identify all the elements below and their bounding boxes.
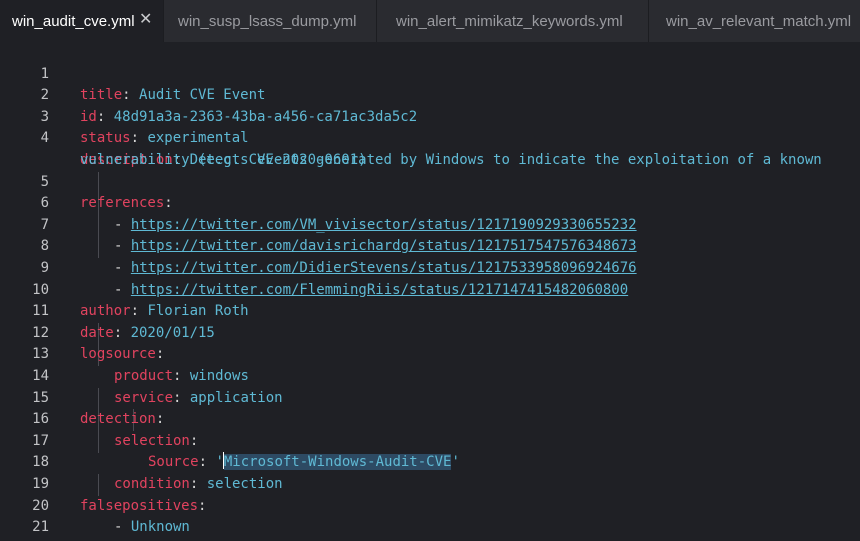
- code-line: 21 level: critical: [0, 496, 860, 541]
- code-line: 3 status: experimental: [0, 85, 860, 147]
- code-editor[interactable]: win_audit_cve.yml ✕ win_susp_lsass_dump.…: [0, 0, 860, 541]
- code-line: 20 - Unknown: [0, 474, 860, 536]
- tab-bar: win_audit_cve.yml ✕ win_susp_lsass_dump.…: [0, 0, 860, 42]
- tab-win-audit-cve[interactable]: win_audit_cve.yml ✕: [0, 0, 164, 42]
- code-line: 6 - https://twitter.com/VM_vivisector/st…: [0, 172, 860, 233]
- code-line: 19 falsepositives:: [0, 452, 860, 514]
- tab-label: win_av_relevant_match.yml: [666, 12, 852, 30]
- code-line: 10 author: Florian Roth: [0, 258, 860, 320]
- code-line: 15 detection:: [0, 366, 860, 428]
- code-line: 17 Source: 'Microsoft-Windows-Audit-CVE': [0, 409, 860, 471]
- code-line: 7 - https://twitter.com/davisrichardg/st…: [0, 193, 860, 255]
- code-line: 4 description: Detects events generated …: [0, 107, 860, 168]
- tab-win-susp-lsass-dump[interactable]: win_susp_lsass_dump.yml: [164, 0, 377, 42]
- code-line: 22: [0, 517, 860, 541]
- code-line: 2 id: 48d91a3a-2363-43ba-a456-ca71ac3da5…: [0, 64, 860, 125]
- code-line: 1 title: Audit CVE Event: [0, 42, 860, 104]
- code-line: 14 service: application: [0, 344, 860, 406]
- code-line: 16 selection:: [0, 388, 860, 449]
- code-line: 18 condition: selection: [0, 431, 860, 492]
- code-line: 13 product: windows: [0, 323, 860, 384]
- code-line: 11 date: 2020/01/15: [0, 280, 860, 341]
- tab-win-alert-mimikatz-keywords[interactable]: win_alert_mimikatz_keywords.yml: [377, 0, 649, 42]
- tab-label: win_alert_mimikatz_keywords.yml: [396, 12, 623, 30]
- code-line: 5 references:: [0, 150, 860, 212]
- code-line-wrapped: vulnerability (e.g. CVE-2020-0601): [0, 128, 860, 168]
- tab-win-av-relevant-match[interactable]: win_av_relevant_match.yml: [649, 0, 860, 42]
- code-line: 8 - https://twitter.com/DidierStevens/st…: [0, 215, 860, 276]
- code-line: 9 - https://twitter.com/FlemmingRiis/sta…: [0, 236, 860, 298]
- tab-label: win_audit_cve.yml: [12, 12, 135, 30]
- tab-label: win_susp_lsass_dump.yml: [178, 12, 357, 30]
- close-icon[interactable]: ✕: [139, 12, 152, 28]
- code-line: 12 logsource:: [0, 301, 860, 363]
